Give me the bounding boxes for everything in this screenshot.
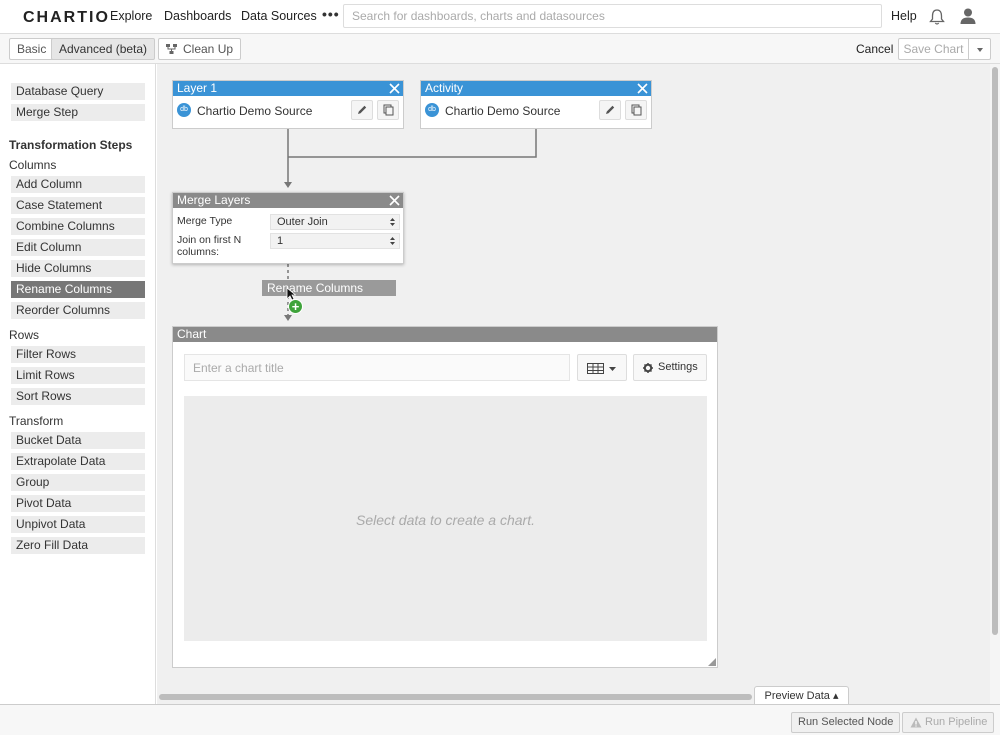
merge-layers-node[interactable]: Merge Layers Merge Type Outer Join Join … [172,192,404,264]
join-columns-label: Join on first N columns: [177,234,242,258]
merge-layers-header: Merge Layers [173,193,403,208]
chart-title-input[interactable] [184,354,570,381]
select-arrows-icon [390,237,395,245]
join-columns-value: 1 [277,235,284,247]
table-icon [587,363,604,374]
activity-layer-node[interactable]: Activity db Chartio Demo Source [420,80,652,129]
chart-placeholder-area: Select data to create a chart. [184,396,707,641]
merge-type-value: Outer Join [277,216,328,228]
horizontal-scroll-thumb[interactable] [159,694,752,700]
run-pipeline-button[interactable]: Run Pipeline [902,712,995,733]
duplicate-layer-button[interactable] [625,100,647,120]
select-arrows-icon [390,218,395,226]
vertical-scroll-thumb[interactable] [992,67,998,635]
duplicate-layer-button[interactable] [377,100,399,120]
chart-settings-button[interactable]: Settings [633,354,707,381]
gear-icon [643,363,653,373]
close-icon[interactable] [637,83,648,94]
caret-down-icon [609,367,616,371]
database-source-icon: db [425,103,439,117]
pencil-icon [358,105,367,114]
close-icon[interactable] [389,83,400,94]
layer-1-source: Chartio Demo Source [197,104,313,118]
close-icon[interactable] [389,195,400,206]
resize-handle-icon[interactable] [708,658,716,666]
merge-layers-title: Merge Layers [177,193,251,207]
run-pipeline-label: Run Pipeline [925,716,988,728]
rename-columns-step[interactable]: Rename Columns [262,280,396,296]
layer-1-title: Layer 1 [177,81,218,95]
warning-icon [910,717,922,728]
chart-header: Chart [173,327,717,342]
activity-source: Chartio Demo Source [445,104,561,118]
copy-icon [383,104,394,116]
chart-node[interactable]: Chart Settings Select data to create a c… [172,326,718,668]
vertical-scrollbar[interactable] [990,64,1000,704]
database-source-icon: db [177,103,191,117]
run-selected-node-button[interactable]: Run Selected Node [791,712,901,733]
add-step-icon[interactable]: + [288,299,303,314]
activity-header: Activity [421,81,651,96]
pencil-icon [606,105,615,114]
layer-1-node[interactable]: Layer 1 db Chartio Demo Source [172,80,404,129]
chart-type-dropdown[interactable] [577,354,627,381]
copy-icon [631,104,642,116]
footer-bar: Run Selected Node Run Pipeline [0,704,1000,735]
edit-layer-button[interactable] [599,100,621,120]
empty-chart-message: Select data to create a chart. [356,512,535,528]
horizontal-scrollbar[interactable] [157,689,990,704]
settings-label: Settings [658,361,698,373]
layer-1-header: Layer 1 [173,81,403,96]
merge-type-label: Merge Type [177,215,233,227]
edit-layer-button[interactable] [351,100,373,120]
join-columns-select[interactable]: 1 [270,233,400,249]
preview-data-tab[interactable]: Preview Data ▴ [754,686,849,705]
activity-title: Activity [425,81,464,95]
merge-type-select[interactable]: Outer Join [270,214,400,230]
